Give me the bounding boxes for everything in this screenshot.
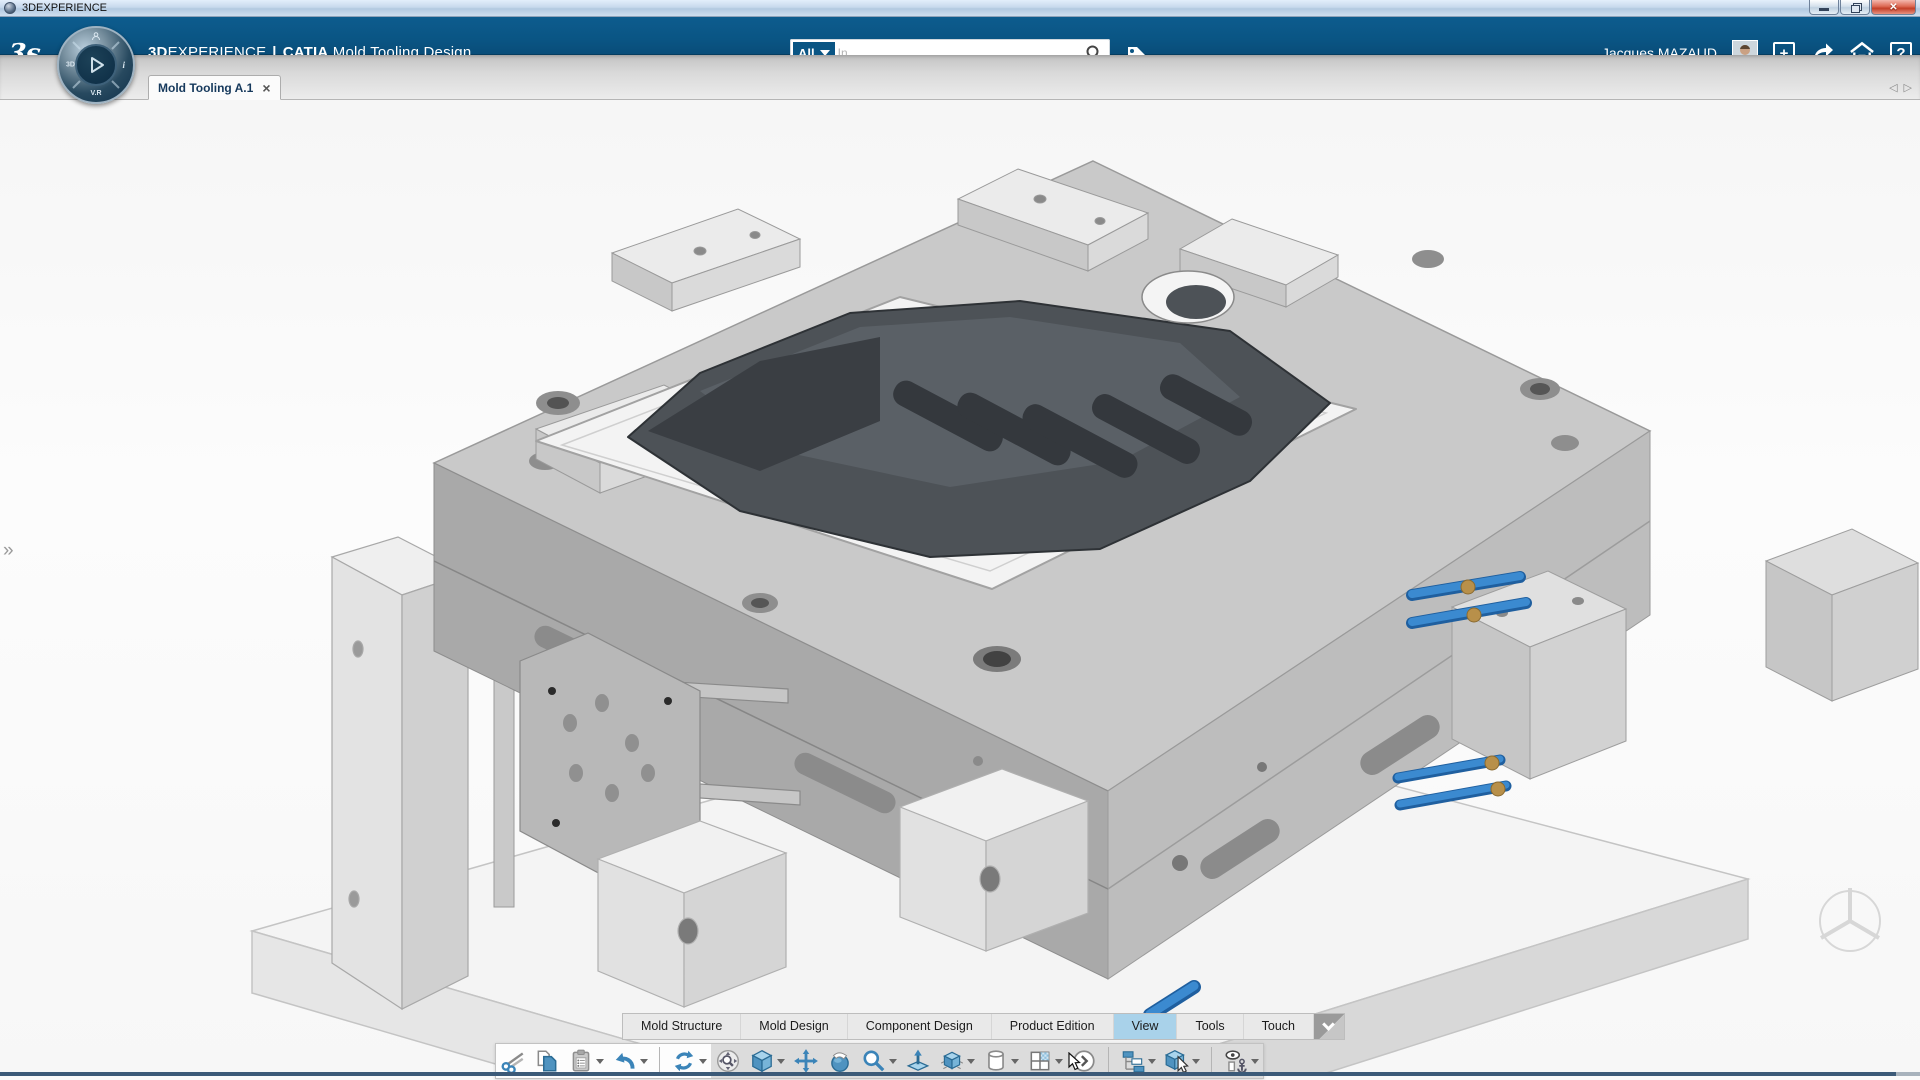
render-style-dropdown-caret[interactable]	[1011, 1058, 1019, 1064]
iso-view-dropdown-caret[interactable]	[967, 1058, 975, 1064]
tab-view[interactable]: View	[1113, 1014, 1178, 1039]
window-title: 3DEXPERIENCE	[22, 2, 107, 14]
bottom-edge-bar	[0, 1072, 1896, 1076]
action-bar-tabs: Mold Structure Mold Design Component Des…	[622, 1013, 1345, 1040]
visibility-icon	[1225, 1050, 1247, 1074]
minimize-button[interactable]	[1809, 0, 1839, 15]
zoom-dropdown-caret[interactable]	[889, 1058, 897, 1064]
action-bar-collapse-button[interactable]	[1313, 1014, 1344, 1039]
document-tab[interactable]: Mold Tooling A.1 ×	[148, 75, 281, 100]
viewport-3d[interactable]: »	[0, 100, 1920, 1076]
window-controls: ✕	[1809, 0, 1916, 15]
pan-icon	[794, 1049, 818, 1073]
compass-info-quadrant[interactable]: i	[122, 60, 125, 70]
tab-touch[interactable]: Touch	[1244, 1014, 1314, 1039]
tab-scroll-right-button[interactable]: ▷	[1904, 81, 1912, 94]
minimize-icon	[1819, 8, 1829, 11]
app-header: 3s 3DEXPERIENCE | CATIA Mold Tooling Desig…	[0, 17, 1920, 69]
toolbar-separator	[659, 1047, 660, 1075]
toolbar-separator	[1108, 1047, 1109, 1075]
document-tab-strip: Mold Tooling A.1 × ◁ ▷	[0, 55, 1920, 100]
chevron-down-icon	[1322, 1017, 1336, 1031]
toolbar-separator	[1211, 1047, 1212, 1075]
compass-social-icon[interactable]	[92, 32, 101, 43]
mouse-cursor	[1068, 1051, 1082, 1077]
zoom-icon	[863, 1050, 885, 1072]
panel-expand-chevron-icon[interactable]: »	[3, 540, 14, 562]
restore-icon	[1850, 3, 1862, 13]
view-cube-icon	[751, 1049, 773, 1073]
paste-dropdown-caret[interactable]	[596, 1058, 604, 1064]
tab-component-design[interactable]: Component Design	[848, 1014, 992, 1039]
fit-all-icon	[717, 1050, 739, 1072]
update-dropdown-caret[interactable]	[699, 1058, 707, 1064]
tree-icon	[1122, 1051, 1145, 1073]
close-button[interactable]: ✕	[1871, 0, 1916, 15]
paste-icon	[572, 1049, 590, 1072]
undo-dropdown-caret[interactable]	[640, 1058, 648, 1064]
window-titlebar[interactable]: 3DEXPERIENCE ✕	[0, 0, 1920, 17]
play-icon	[91, 57, 104, 73]
3dexperience-compass[interactable]: 3D i V.R	[57, 26, 135, 104]
select-cube-icon	[1164, 1050, 1189, 1074]
bottom-edge-handle[interactable]	[1896, 1072, 1920, 1076]
copy-icon	[537, 1050, 557, 1072]
tab-mold-design[interactable]: Mold Design	[741, 1014, 848, 1039]
restore-button[interactable]	[1840, 0, 1870, 15]
viewport-3d-model[interactable]	[0, 100, 1920, 1076]
compass-vr-quadrant[interactable]: V.R	[90, 90, 101, 97]
rotate-icon	[831, 1052, 849, 1072]
document-tab-label: Mold Tooling A.1	[158, 80, 254, 95]
select-cube-dropdown-caret[interactable]	[1192, 1058, 1200, 1064]
app-icon	[4, 2, 16, 14]
tab-scroll-controls: ◁ ▷	[1889, 81, 1912, 94]
update-icon	[674, 1050, 694, 1072]
render-style-icon	[988, 1050, 1004, 1071]
tab-tools[interactable]: Tools	[1177, 1014, 1244, 1039]
compass-play-button[interactable]	[75, 44, 117, 86]
close-icon: ✕	[1889, 1, 1898, 13]
tab-mold-structure[interactable]: Mold Structure	[623, 1014, 742, 1039]
compass-3d-quadrant[interactable]: 3D	[66, 62, 75, 69]
cut-icon	[501, 1052, 524, 1074]
tab-product-edition[interactable]: Product Edition	[992, 1014, 1114, 1039]
multi-view-dropdown-caret[interactable]	[1055, 1058, 1063, 1064]
multi-view-icon	[1030, 1051, 1050, 1071]
view-cube-dropdown-caret[interactable]	[777, 1058, 785, 1064]
tab-scroll-left-button[interactable]: ◁	[1889, 81, 1897, 94]
undo-icon	[615, 1052, 635, 1069]
tree-dropdown-caret[interactable]	[1148, 1058, 1156, 1064]
iso-view-icon	[940, 1051, 964, 1070]
visibility-dropdown-caret[interactable]	[1251, 1058, 1259, 1064]
normal-view-icon	[906, 1049, 930, 1071]
tab-close-icon[interactable]: ×	[262, 81, 270, 95]
application-window: 3DEXPERIENCE ✕ 3s 3DEXPERIENCE | CATIA Mol…	[0, 0, 1920, 1080]
